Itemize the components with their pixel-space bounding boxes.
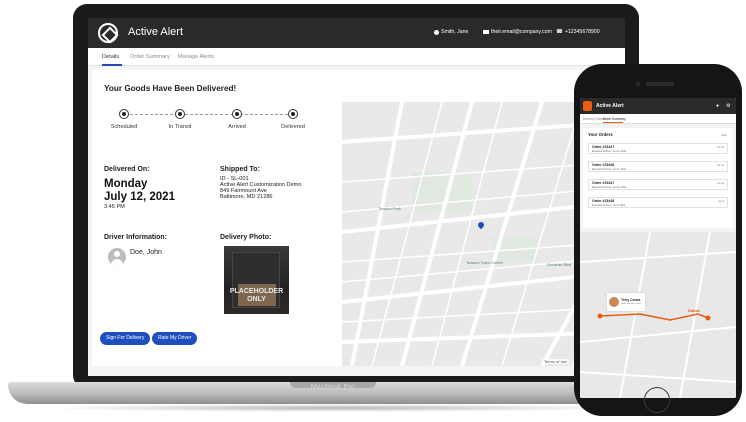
phone-tab-delivery-details[interactable]: Delivery Details — [583, 117, 605, 121]
phone-active-tab-indicator — [603, 122, 623, 123]
user-icon — [434, 29, 439, 35]
step-label: Delivered — [281, 124, 305, 130]
app-title: Active Alert — [128, 26, 184, 38]
home-button[interactable] — [644, 387, 670, 413]
user-menu[interactable]: Smith, Jane — [434, 29, 468, 35]
tab-details[interactable]: Details — [102, 54, 119, 60]
delivery-card: Your Goods Have Been Delivered! Schedule… — [92, 70, 621, 366]
order-date: Jun 11 — [717, 164, 724, 167]
phone-text: +12345678900 — [564, 29, 600, 35]
page-title: Your Goods Have Been Delivered! — [104, 84, 237, 93]
order-row[interactable]: Order #23446 Expected Delivery: Jun 11, … — [588, 161, 728, 172]
phone-map-streets — [580, 232, 736, 398]
delivery-photo[interactable]: PLACEHOLDER ONLY — [224, 246, 289, 314]
email-link[interactable]: their.email@company.com — [483, 29, 552, 35]
envelope-icon — [483, 30, 489, 34]
email-text: their.email@company.com — [491, 29, 552, 35]
driver-name: Terry Crews — [621, 298, 641, 302]
phone-icon: ☎ — [556, 28, 563, 35]
phone-route-map[interactable]: Terry Crews Hired Delivery Driver Dallas — [580, 232, 736, 398]
settings-icon[interactable]: ⚙ — [726, 103, 730, 109]
account-icon[interactable]: ● — [716, 103, 719, 109]
phone-app-title: Active Alert — [596, 103, 624, 109]
laptop-brand: MacBook Pro — [310, 384, 356, 391]
step-dot-icon — [175, 109, 185, 119]
step-label: Scheduled — [110, 124, 138, 130]
step-scheduled: Scheduled — [94, 109, 154, 130]
phone-app-header: Active Alert ● ⚙ — [580, 98, 736, 114]
driver-info-label: Driver Information: — [104, 234, 168, 241]
active-tab-indicator — [102, 64, 122, 66]
speaker-grille — [646, 82, 674, 86]
app-header: Active Alert Smith, Jane their.email@com… — [88, 18, 625, 48]
phone-device: Active Alert ● ⚙ Delivery Details Order … — [574, 64, 742, 416]
user-name: Smith, Jane — [441, 29, 469, 35]
order-row[interactable]: Order #23447 Expected Delivery: Jun 12, … — [588, 143, 728, 154]
rate-driver-button[interactable]: Rate My Driver — [152, 332, 198, 345]
order-date: Jun 9 — [718, 200, 724, 203]
phone-screen: Active Alert ● ⚙ Delivery Details Order … — [580, 98, 736, 398]
laptop-shadow — [40, 404, 630, 412]
app-logo-icon — [98, 23, 118, 43]
delivered-time: 3:45 PM — [104, 204, 125, 210]
order-date: Jun 10 — [716, 182, 724, 185]
order-expected: Expected Delivery: Jun 11, 2021 — [592, 168, 627, 171]
laptop-base: MacBook Pro — [8, 382, 658, 404]
tab-order-summary[interactable]: Order Summary — [130, 54, 170, 60]
order-row[interactable]: Order #23448 Expected Delivery: Jun 9, 2… — [588, 197, 728, 208]
device-mockup-scene: Active Alert Smith, Jane their.email@com… — [0, 0, 746, 422]
camera-icon — [636, 82, 640, 86]
driver-avatar-icon — [108, 248, 126, 266]
order-expected: Expected Delivery: Jun 12, 2021 — [592, 150, 627, 153]
placeholder-text: PLACEHOLDER ONLY — [229, 288, 284, 303]
delivered-date: July 12, 2021 — [104, 191, 175, 203]
step-arrived: Arrived — [207, 109, 267, 130]
laptop-screen: Active Alert Smith, Jane their.email@com… — [88, 18, 625, 376]
step-dot-icon — [119, 109, 129, 119]
step-in-transit: In Transit — [150, 109, 210, 130]
order-row[interactable]: Order #23447 Expected Delivery: Jun 10, … — [588, 179, 728, 190]
map-label: Towson Town Center — [466, 260, 504, 265]
map-label: Goucher Blvd — [547, 262, 572, 267]
phone-link[interactable]: ☎ +12345678900 — [556, 29, 600, 35]
step-delivered: Delivered — [263, 109, 323, 130]
orders-title: Your Orders — [588, 132, 613, 137]
map-label: Towson Park — [378, 206, 401, 211]
step-label: Arrived — [228, 124, 246, 130]
step-dot-icon — [232, 109, 242, 119]
step-dot-icon — [288, 109, 298, 119]
phone-tab-bar: Delivery Details Order Summary — [580, 114, 736, 124]
shipped-to-line: Baltimore, MD 21286 — [220, 194, 273, 200]
step-label: In Transit — [168, 124, 192, 130]
shipped-to-label: Shipped To: — [220, 166, 260, 173]
driver-avatar-icon — [609, 297, 619, 307]
order-name: Order #23448 — [592, 199, 615, 203]
order-name: Order #23447 — [592, 145, 615, 149]
order-expected: Expected Delivery: Jun 10, 2021 — [592, 186, 627, 189]
tab-manage-alerts[interactable]: Manage Alerts — [178, 54, 214, 60]
delivery-photo-label: Delivery Photo: — [220, 234, 272, 241]
phone-tab-order-summary[interactable]: Order Summary — [603, 117, 626, 121]
driver-role: Hired Delivery Driver — [621, 303, 642, 305]
order-date: Jun 12 — [716, 146, 724, 149]
tab-bar: Details Order Summary Manage Alerts — [88, 48, 625, 66]
order-name: Order #23446 — [592, 163, 615, 167]
phone-app-logo-icon — [583, 101, 592, 111]
driver-name: Doe, John — [130, 249, 162, 256]
sort-dropdown[interactable]: Sort — [721, 133, 727, 137]
delivered-day: Monday — [104, 178, 148, 190]
orders-panel: Your Orders Sort Order #23447 Expected D… — [583, 128, 733, 228]
delivered-on-label: Delivered On: — [104, 166, 150, 173]
sign-for-delivery-button[interactable]: Sign For Delivery — [100, 332, 151, 345]
map-terms[interactable]: Terms of use — [542, 359, 569, 364]
order-expected: Expected Delivery: Jun 9, 2021 — [592, 204, 626, 207]
order-name: Order #23447 — [592, 181, 615, 185]
driver-card[interactable]: Terry Crews Hired Delivery Driver — [606, 292, 646, 312]
destination-label: Dallas — [688, 308, 700, 313]
